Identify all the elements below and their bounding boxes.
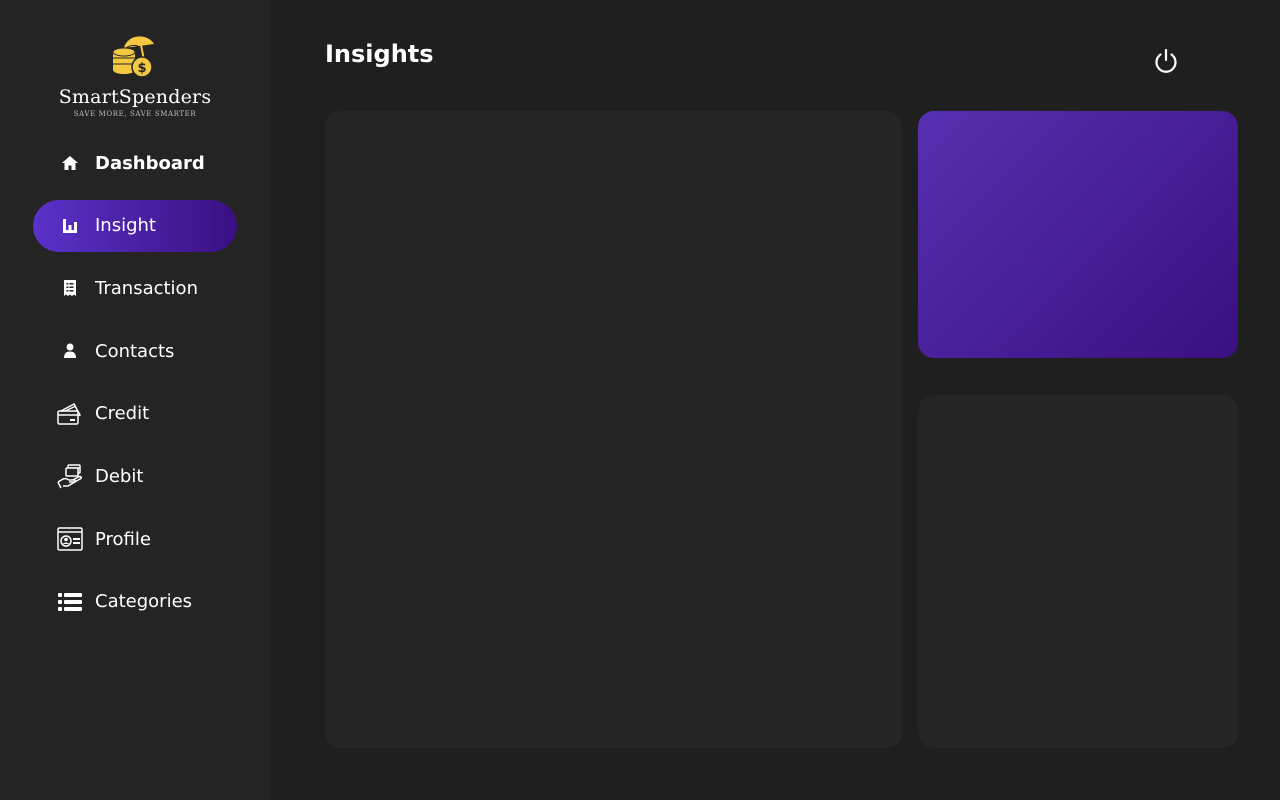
sidebar-item-label: Insight (95, 215, 156, 237)
sidebar-item-dashboard[interactable]: Dashboard (33, 137, 237, 189)
sidebar-item-label: Dashboard (95, 152, 205, 174)
receipt-icon (55, 273, 85, 303)
power-icon (1155, 48, 1177, 73)
home-icon (55, 148, 85, 178)
insights-main-panel (325, 111, 902, 748)
sidebar-item-label: Credit (95, 403, 150, 425)
coins-umbrella-icon: $ (112, 36, 154, 78)
brand-name: SmartSpenders (58, 86, 212, 108)
credit-card-icon (55, 399, 85, 429)
logout-button[interactable] (1151, 46, 1181, 76)
svg-text:$: $ (137, 61, 146, 76)
sidebar-item-contacts[interactable]: Contacts (33, 325, 237, 377)
sidebar-item-debit[interactable]: Debit (33, 450, 237, 502)
bar-chart-icon (55, 211, 85, 241)
app-window: $ SmartSpenders SAVE MORE, SAVE SMARTER … (0, 0, 1280, 800)
id-card-icon (55, 524, 85, 554)
brand-logo[interactable]: $ SmartSpenders SAVE MORE, SAVE SMARTER (0, 30, 270, 118)
sidebar-item-credit[interactable]: Credit (33, 388, 237, 440)
insights-side-panel (918, 395, 1238, 748)
insights-highlight-card (918, 111, 1238, 358)
sidebar-item-label: Transaction (95, 277, 198, 299)
sidebar-item-transaction[interactable]: Transaction (33, 262, 237, 314)
sidebar: $ SmartSpenders SAVE MORE, SAVE SMARTER … (0, 0, 270, 800)
list-icon (55, 587, 85, 617)
sidebar-item-label: Debit (95, 465, 144, 487)
hand-card-icon (55, 461, 85, 491)
sidebar-item-label: Contacts (95, 340, 175, 362)
page-title: Insights (325, 40, 434, 68)
sidebar-item-label: Profile (95, 528, 151, 550)
person-icon (55, 336, 85, 366)
brand-tagline: SAVE MORE, SAVE SMARTER (73, 110, 197, 118)
sidebar-item-label: Categories (95, 591, 193, 613)
sidebar-item-categories[interactable]: Categories (33, 576, 237, 628)
sidebar-nav: Dashboard Insight Transaction Contacts C… (33, 137, 237, 639)
sidebar-item-insight[interactable]: Insight (33, 199, 237, 252)
sidebar-item-profile[interactable]: Profile (33, 513, 237, 565)
